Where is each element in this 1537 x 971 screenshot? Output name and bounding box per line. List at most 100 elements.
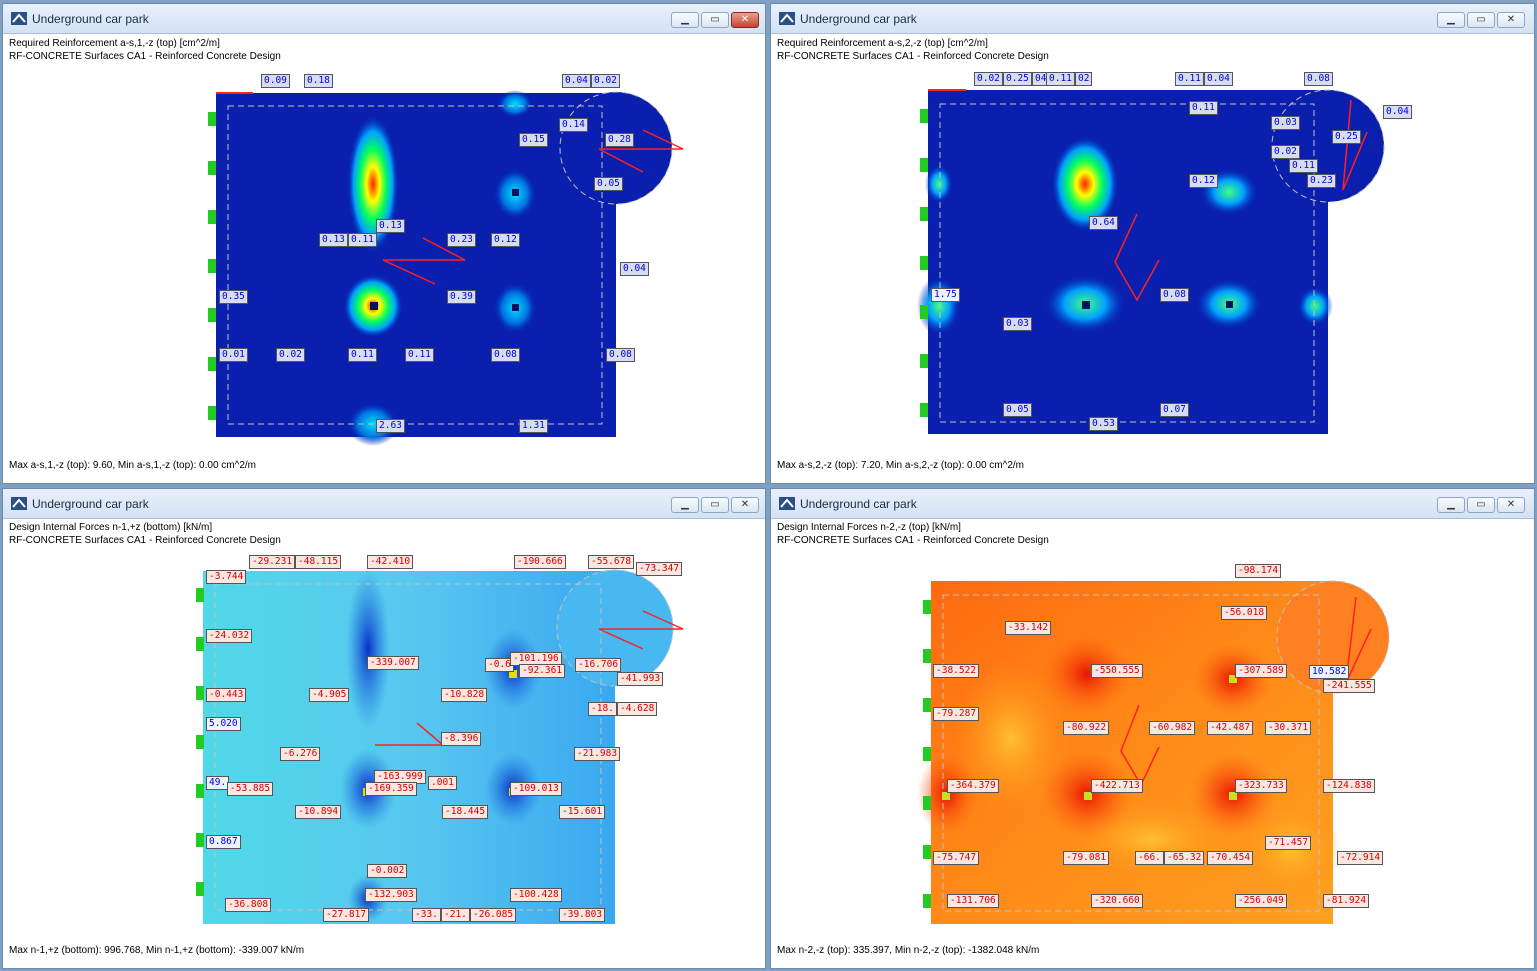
value-label: -27.817 [323,908,370,922]
value-label: 0.08 [606,348,635,362]
value-label: 0.867 [206,835,241,849]
value-label: -75.747 [933,851,980,865]
value-label: -53.885 [227,782,274,796]
value-label: 0.14 [559,118,588,132]
value-label: 0.35 [219,290,248,304]
value-label: 0.09 [261,74,290,88]
value-label: -24.032 [206,629,253,643]
window-reinforcement-as1: Underground car park ▁ ▭ ✕ Required Rein… [2,3,766,484]
window-internal-forces-n2: Underground car park ▁ ▭ ✕ Design Intern… [770,488,1535,969]
window-internal-forces-n1: Underground car park ▁ ▭ ✕ Design Intern… [2,488,766,969]
value-label: 5.020 [206,717,241,731]
value-label: -131.706 [947,894,999,908]
value-label: 0.04 [562,74,591,88]
value-label: 0.05 [1003,403,1032,417]
value-label: 0.23 [1307,174,1336,188]
value-label: 0.11 [405,348,434,362]
value-label: 0.08 [1304,72,1333,86]
value-label: 0.11 [348,233,377,247]
value-label: -98.174 [1235,564,1282,578]
value-label: 0.08 [491,348,520,362]
value-label: -72.914 [1337,851,1384,865]
value-label: 0.02 [591,74,620,88]
value-label: 0.64 [1089,216,1118,230]
value-label: 0.05 [594,177,623,191]
value-label: -56.018 [1221,606,1268,620]
value-label: -39.803 [559,908,606,922]
value-label: 0.03 [1003,317,1032,331]
value-label: 0.13 [319,233,348,247]
value-label: 0.07 [1160,403,1189,417]
value-label: 0.04 [620,262,649,276]
value-label: 49. [206,776,230,790]
value-label: 0.04 [1383,105,1412,119]
value-label: -80.922 [1063,721,1110,735]
value-label: -307.589 [1235,664,1287,678]
value-label: 0.02 [276,348,305,362]
value-label: 0.04 [1204,72,1233,86]
value-label: -132.903 [365,888,417,902]
value-label: -124.838 [1323,779,1375,793]
value-label: 2.63 [376,419,405,433]
value-label: -550.555 [1091,664,1143,678]
value-label: 10.582 [1309,665,1350,679]
value-label: -60.982 [1149,721,1196,735]
value-label: 0.11 [1046,72,1075,86]
value-label: -4.905 [309,688,350,702]
value-label: -73.347 [636,562,683,576]
value-label: -33.142 [1005,621,1052,635]
value-label: -190.666 [514,555,566,569]
value-label: 0.11 [1189,101,1218,115]
value-label: -256.049 [1235,894,1287,908]
value-label: -323.733 [1235,779,1287,793]
value-label: 0.02 [974,72,1003,86]
value-label: 02 [1075,72,1093,86]
value-label: -18.445 [442,805,489,819]
value-label: -0.002 [367,864,408,878]
value-label: -92.361 [519,664,566,678]
value-label: 0.28 [605,133,634,147]
value-label: 0.02 [1271,145,1300,159]
value-label: -71.457 [1265,836,1312,850]
value-label: 0.01 [219,348,248,362]
value-label: -55.678 [588,555,635,569]
value-label: -21.983 [574,747,621,761]
value-label: -30.371 [1265,721,1312,735]
value-label: -10.828 [441,688,488,702]
value-label: -79.287 [933,707,980,721]
value-label: -41.993 [617,672,664,686]
value-label: -48.115 [295,555,342,569]
value-label: -8.396 [441,732,482,746]
value-label: 0.53 [1089,417,1118,431]
contour-plot[interactable] [3,4,767,485]
value-label: 0.11 [348,348,377,362]
value-label: 0.12 [1189,174,1218,188]
value-label: -364.379 [947,779,999,793]
value-label: -6.276 [280,747,321,761]
value-label: -320.660 [1091,894,1143,908]
value-label: -79.081 [1063,851,1110,865]
value-label: 0.25 [1003,72,1032,86]
value-label: -16.706 [575,658,622,672]
value-label: -10.894 [295,805,342,819]
value-label: 0.15 [519,133,548,147]
value-label: 0.03 [1271,116,1300,130]
value-label: -4.628 [617,702,658,716]
value-label: 1.31 [519,419,548,433]
value-label: -70.454 [1207,851,1254,865]
value-label: -33. [412,908,441,922]
value-label: 0.23 [447,233,476,247]
value-label: -169.359 [365,782,417,796]
value-label: 1.75 [931,288,960,302]
value-label: 0.18 [304,74,333,88]
contour-plot[interactable] [771,4,1536,485]
value-label: 0.13 [376,219,405,233]
value-label: -42.410 [367,555,414,569]
value-label: 0.25 [1332,130,1361,144]
value-label: 0.11 [1175,72,1204,86]
value-label: .001 [428,776,457,790]
value-label: -422.713 [1091,779,1143,793]
value-label: -29.231 [249,555,296,569]
value-label: -15.601 [559,805,606,819]
value-label: -18. [588,702,617,716]
